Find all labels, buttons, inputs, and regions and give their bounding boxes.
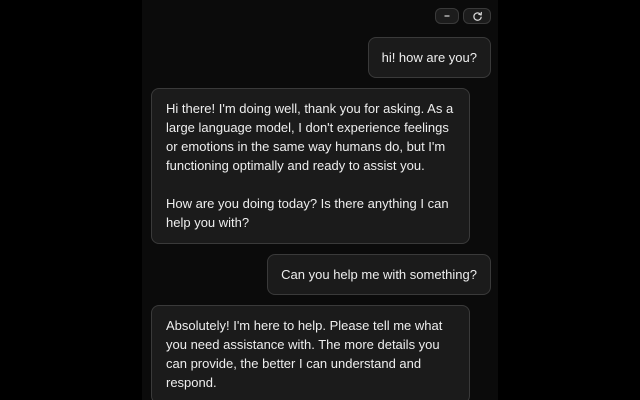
user-message: Can you help me with something? xyxy=(267,254,491,295)
refresh-button[interactable] xyxy=(463,8,491,24)
assistant-message: Hi there! I'm doing well, thank you for … xyxy=(151,88,470,244)
window-controls xyxy=(435,8,491,24)
user-message: hi! how are you? xyxy=(367,37,491,78)
chat-panel: hi! how are you? Hi there! I'm doing wel… xyxy=(142,0,498,400)
refresh-icon xyxy=(472,11,482,21)
minus-icon xyxy=(444,15,450,17)
minimize-button[interactable] xyxy=(435,8,459,24)
assistant-message: Absolutely! I'm here to help. Please tel… xyxy=(151,305,470,400)
